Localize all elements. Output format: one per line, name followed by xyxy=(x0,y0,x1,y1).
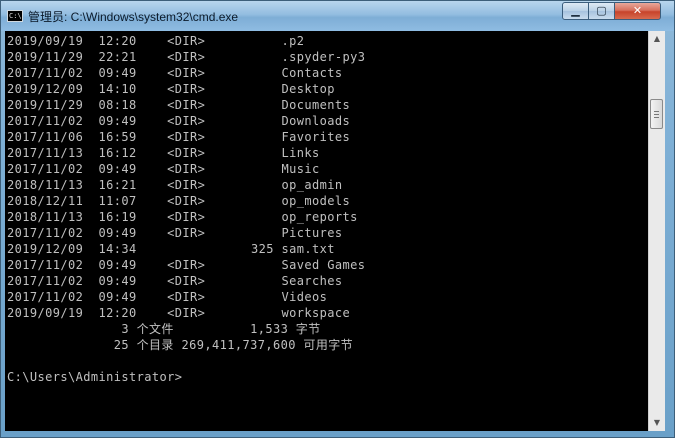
minimize-button[interactable]: ▁ xyxy=(562,2,589,20)
console-line: 2017/11/02 09:49 <DIR> Downloads xyxy=(7,114,351,128)
console-line: 2019/11/29 08:18 <DIR> Documents xyxy=(7,98,351,112)
cmd-app-icon[interactable]: C:\ xyxy=(7,10,23,22)
console-output[interactable]: 2019/09/19 12:20 <DIR> .p2 2019/11/29 22:… xyxy=(5,31,648,431)
console-line: 2017/11/06 16:59 <DIR> Favorites xyxy=(7,130,351,144)
console-line: 2019/12/09 14:34 325 sam.txt xyxy=(7,242,335,256)
vertical-scrollbar[interactable]: ▲ ▼ xyxy=(648,31,665,431)
console-line: 2019/09/19 12:20 <DIR> .p2 xyxy=(7,34,305,48)
maximize-button[interactable]: ▢ xyxy=(588,2,615,20)
console-line: 3 个文件 1,533 字节 xyxy=(7,322,321,336)
console-line: 2019/11/29 22:21 <DIR> .spyder-py3 xyxy=(7,50,366,64)
title-bar[interactable]: C:\ 管理员: C:\Windows\system32\cmd.exe ▁ ▢… xyxy=(1,1,674,31)
console-lines: 2019/09/19 12:20 <DIR> .p2 2019/11/29 22:… xyxy=(7,33,365,385)
console-line: 2017/11/02 09:49 <DIR> Contacts xyxy=(7,66,343,80)
console-line: 2018/12/11 11:07 <DIR> op_models xyxy=(7,194,351,208)
scroll-thumb[interactable] xyxy=(650,99,663,129)
console-line: 2018/11/13 16:19 <DIR> op_reports xyxy=(7,210,358,224)
console-line: C:\Users\Administrator> xyxy=(7,370,183,384)
scroll-up-icon[interactable]: ▲ xyxy=(649,31,665,47)
console-line: 2017/11/02 09:49 <DIR> Searches xyxy=(7,274,343,288)
close-button[interactable]: ✕ xyxy=(614,2,661,20)
console-line: 2017/11/02 09:49 <DIR> Pictures xyxy=(7,226,343,240)
cmd-window: C:\ 管理员: C:\Windows\system32\cmd.exe ▁ ▢… xyxy=(0,0,675,438)
scroll-down-icon[interactable]: ▼ xyxy=(649,415,665,431)
console-line: 2019/09/19 12:20 <DIR> workspace xyxy=(7,306,351,320)
console-line: 2017/11/02 09:49 <DIR> Videos xyxy=(7,290,328,304)
console-line: 2019/12/09 14:10 <DIR> Desktop xyxy=(7,82,335,96)
window-title: 管理员: C:\Windows\system32\cmd.exe xyxy=(28,10,239,24)
console-line: 2017/11/13 16:12 <DIR> Links xyxy=(7,146,320,160)
console-line: 25 个目录 269,411,737,600 可用字节 xyxy=(7,338,354,352)
console-line: 2017/11/02 09:49 <DIR> Saved Games xyxy=(7,258,366,272)
console-line: 2018/11/13 16:21 <DIR> op_admin xyxy=(7,178,343,192)
console-line: 2017/11/02 09:49 <DIR> Music xyxy=(7,162,320,176)
